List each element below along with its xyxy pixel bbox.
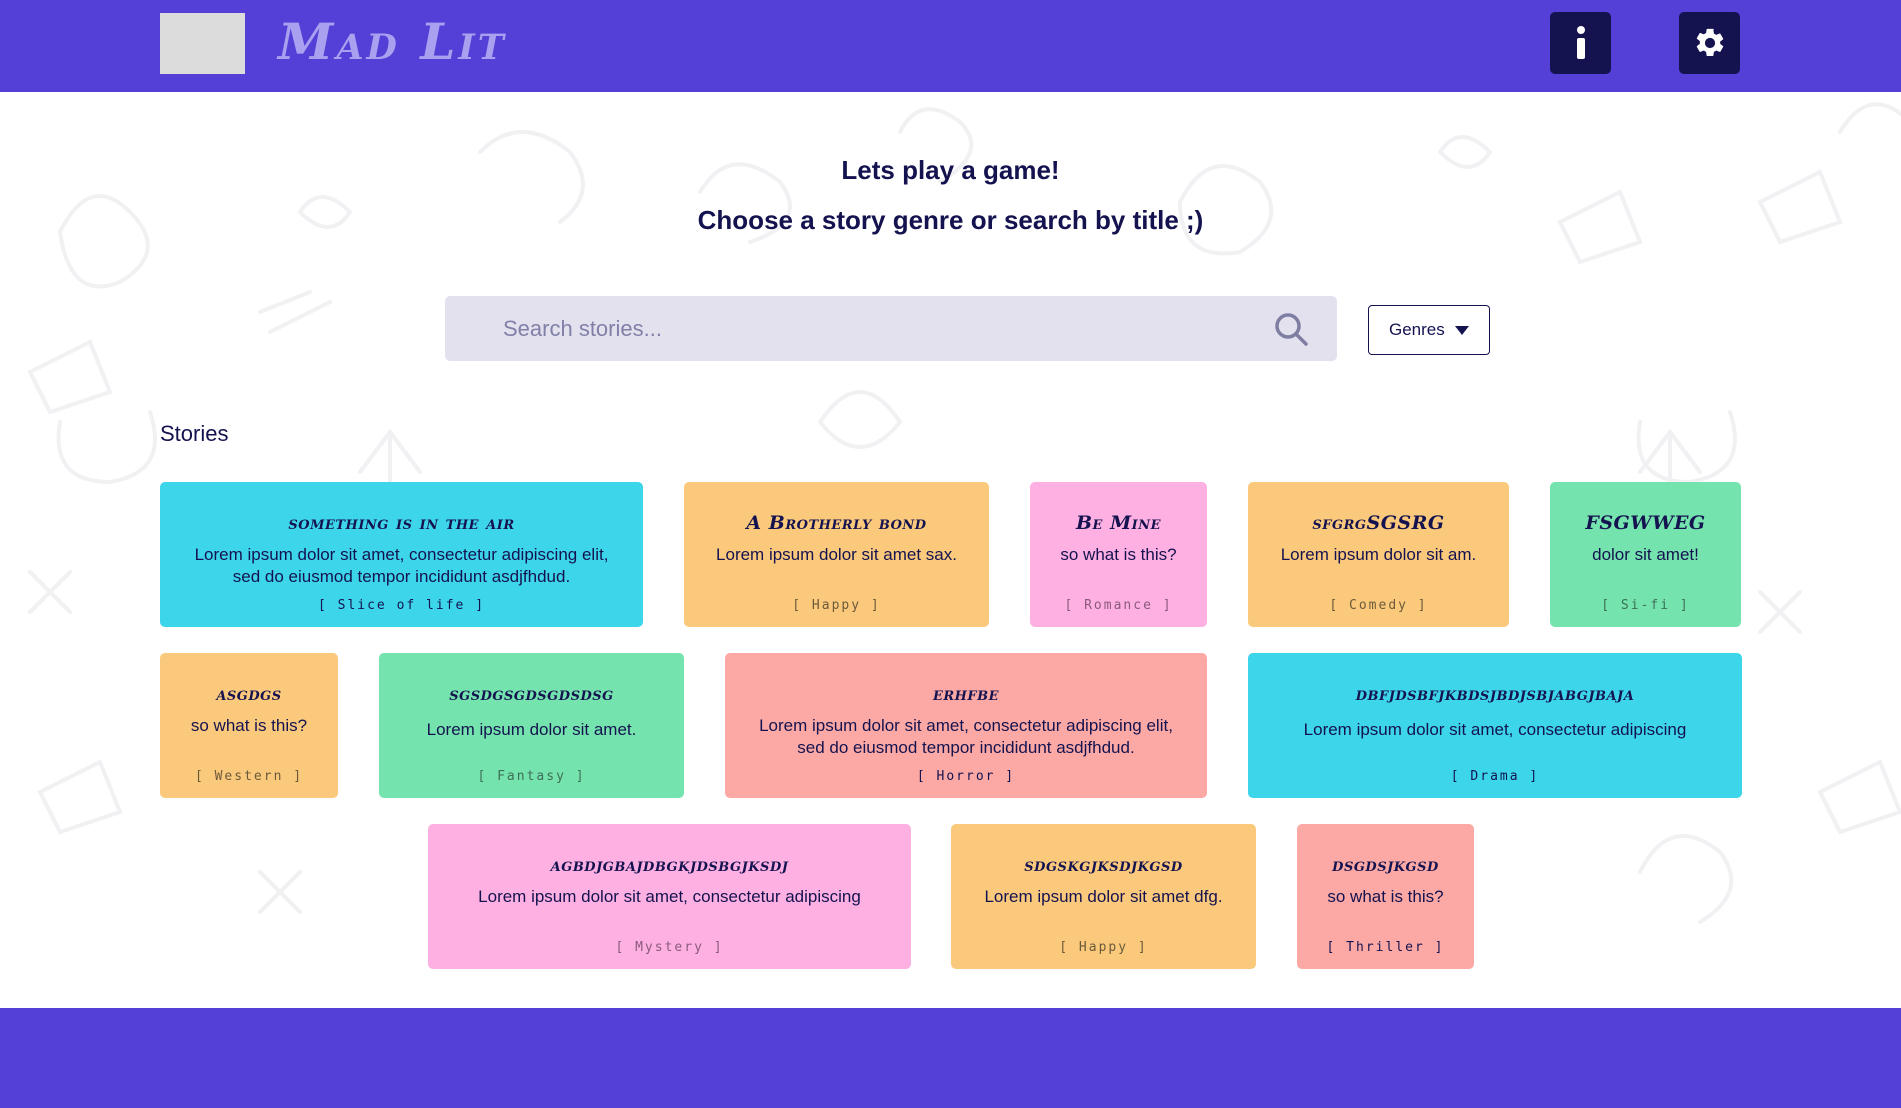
story-description: Lorem ipsum dolor sit amet, consectetur … [759, 716, 1173, 757]
footer-bar [0, 1008, 1901, 1108]
search-input[interactable] [503, 296, 1243, 361]
story-description: dolor sit amet! [1592, 545, 1699, 564]
story-card[interactable]: something is in the air Lorem ipsum dolo… [160, 482, 643, 627]
story-description: Lorem ipsum dolor sit amet, consectetur … [194, 545, 609, 586]
story-description: Lorem ipsum dolor sit am. [1280, 545, 1477, 564]
settings-button[interactable] [1679, 12, 1740, 74]
story-title: sdgskgjksdjkgsd [1024, 854, 1183, 876]
stories-heading: Stories [160, 421, 229, 446]
story-title: sgsdgsgdsgdsdsg [449, 683, 614, 705]
intro-heading: Lets play a game! [841, 155, 1060, 185]
story-description: Lorem ipsum dolor sit amet sax. [716, 545, 957, 564]
story-card[interactable]: sgsdgsgdsgdsdsg Lorem ipsum dolor sit am… [379, 653, 684, 798]
story-description: Lorem ipsum dolor sit amet dfg. [984, 887, 1223, 906]
search-bar [445, 296, 1337, 361]
brand-title[interactable]: Mad Lit [278, 12, 507, 72]
story-title: Be Mine [1076, 512, 1161, 534]
story-title: dsgdsjkgsd [1332, 854, 1439, 876]
logo-placeholder-image[interactable] [160, 13, 245, 74]
story-card[interactable]: erhfbe Lorem ipsum dolor sit amet, conse… [725, 653, 1207, 798]
story-card[interactable]: FSGWWEG dolor sit amet! [ Si-fi ] [1550, 482, 1741, 627]
story-title: asgdgs [216, 683, 282, 705]
story-genre: [ Mystery ] [615, 940, 724, 955]
story-description: Lorem ipsum dolor sit amet. [426, 720, 637, 739]
story-title: agbdjgbajdbgkjdsbgjksdj [550, 854, 789, 876]
genres-dropdown-label: Genres [1389, 320, 1445, 339]
info-button[interactable] [1550, 12, 1611, 74]
story-genre: [ Thriller ] [1326, 940, 1445, 955]
story-card[interactable]: dsgdsjkgsd so what is this? [ Thriller ] [1297, 824, 1474, 969]
search-icon[interactable] [1273, 311, 1309, 347]
story-card[interactable]: sdgskgjksdjkgsd Lorem ipsum dolor sit am… [951, 824, 1256, 969]
story-card[interactable]: Be Mine so what is this? [ Romance ] [1030, 482, 1207, 627]
story-card[interactable]: A Brotherly bond Lorem ipsum dolor sit a… [684, 482, 989, 627]
story-title: A Brotherly bond [746, 512, 927, 534]
story-card[interactable]: asgdgs so what is this? [ Western ] [160, 653, 338, 798]
genres-dropdown[interactable]: Genres [1368, 305, 1490, 355]
story-genre: [ Happy ] [1059, 940, 1148, 955]
story-title: dbfjdsbfjkbdsjbdjsbjabgjbaja [1355, 683, 1635, 705]
story-description: Lorem ipsum dolor sit amet, consectetur … [478, 887, 861, 906]
story-genre: [ Comedy ] [1329, 598, 1428, 613]
gear-icon [1696, 28, 1723, 57]
story-title: FSGWWEG [1585, 512, 1706, 534]
story-genre: [ Western ] [194, 769, 304, 784]
story-genre: [ Slice of life ] [317, 598, 486, 613]
story-description: so what is this? [1327, 887, 1444, 906]
story-card[interactable]: dbfjdsbfjkbdsjbdjsbjabgjbaja Lorem ipsum… [1248, 653, 1742, 798]
story-description: Lorem ipsum dolor sit amet, consectetur … [1303, 720, 1687, 739]
story-title: something is in the air [288, 512, 515, 534]
story-genre: [ Romance ] [1064, 598, 1173, 613]
story-card[interactable]: agbdjgbajdbgkjdsbgjksdj Lorem ipsum dolo… [428, 824, 911, 969]
story-card[interactable]: sfgrgSGSRG Lorem ipsum dolor sit am. [ C… [1248, 482, 1509, 627]
story-genre: [ Drama ] [1450, 769, 1540, 784]
story-description: so what is this? [1060, 545, 1177, 564]
story-description: so what is this? [190, 716, 308, 735]
story-genre: [ Fantasy ] [477, 769, 586, 784]
intro-subheading: Choose a story genre or search by title … [697, 205, 1204, 235]
top-navbar: Mad Lit [0, 0, 1901, 92]
info-icon [1576, 26, 1585, 59]
story-genre: [ Happy ] [792, 598, 881, 613]
caret-down-icon [1455, 326, 1469, 335]
story-genre: [ Horror ] [916, 769, 1016, 784]
story-title: sfgrgSGSRG [1312, 512, 1445, 534]
story-title: erhfbe [932, 683, 1000, 705]
story-genre: [ Si-fi ] [1601, 598, 1690, 613]
